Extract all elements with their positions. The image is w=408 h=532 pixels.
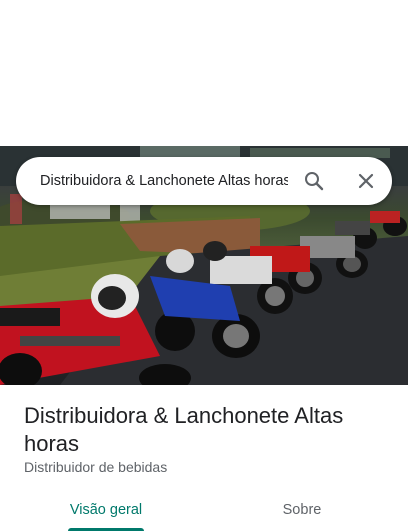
- close-icon[interactable]: [354, 169, 378, 193]
- place-category[interactable]: Distribuidor de bebidas: [24, 459, 167, 475]
- tab-overview[interactable]: Visão geral: [4, 488, 208, 532]
- tab-bar: Visão geral Sobre: [0, 488, 408, 532]
- blank-map-area: [0, 0, 408, 146]
- active-tab-indicator: [68, 528, 144, 531]
- search-bar[interactable]: Distribuidora & Lanchonete Altas horas: [16, 157, 392, 205]
- place-title: Distribuidora & Lanchonete Altas horas: [24, 403, 344, 456]
- search-icon[interactable]: [302, 169, 326, 193]
- tab-about[interactable]: Sobre: [200, 488, 404, 532]
- search-input[interactable]: Distribuidora & Lanchonete Altas horas: [40, 173, 288, 189]
